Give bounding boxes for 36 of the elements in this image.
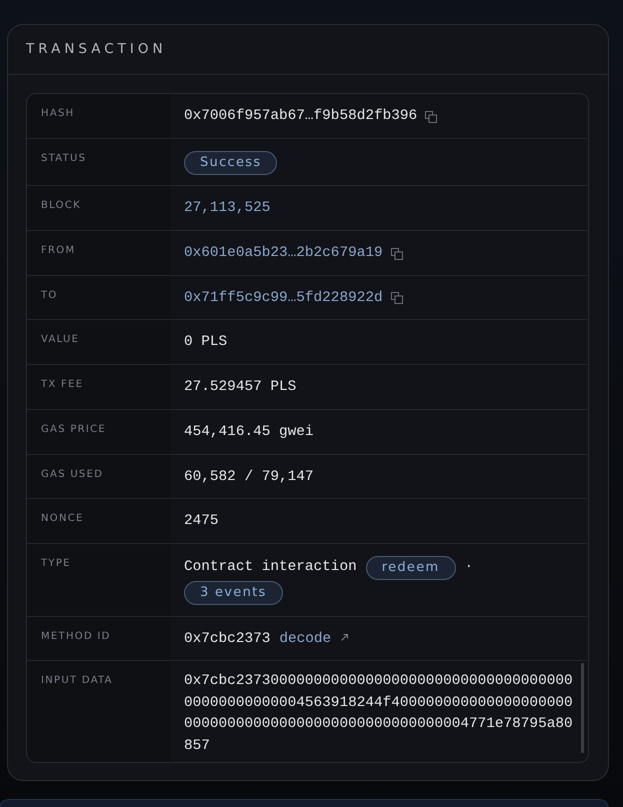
label-cell: STATUS: [27, 138, 171, 186]
label-cell: VALUE: [27, 320, 171, 364]
value-link[interactable]: 0x601e0a5b23…2b2c679a19: [184, 243, 383, 264]
field-value: 454,416.45 gwei: [184, 422, 314, 442]
status-badge: Success: [184, 150, 278, 175]
label-cell: GAS PRICE: [27, 410, 171, 454]
copy-icon[interactable]: [425, 110, 438, 122]
label-cell: NONCE: [27, 499, 171, 543]
label-cell: FROM: [27, 231, 171, 275]
arrow-icon: [341, 634, 348, 641]
label-cell: HASH: [27, 94, 171, 138]
events-badge[interactable]: 3 events: [184, 580, 283, 605]
label-cell: TX FEE: [27, 365, 171, 409]
input-data-text: 0x7cbc23730000000000000000000000000000000000000000000000004563918244f400000000000000000000000000000000000000000000000000004771e78795a80857: [184, 672, 573, 756]
card-title: TRANSACTION: [26, 40, 167, 60]
method-badge: redeem: [366, 556, 456, 580]
method-id-text: 0x7cbc2373: [184, 630, 270, 649]
type-text: Contract interaction: [184, 558, 357, 578]
field-value: 60,582 / 79,147: [184, 468, 314, 486]
field-value: 27.529457 PLS: [184, 378, 296, 398]
copy-icon[interactable]: [390, 248, 403, 260]
value-link[interactable]: 27,113,525: [184, 198, 270, 220]
label-cell: GAS USED: [27, 454, 171, 498]
field-value: 2475: [184, 512, 219, 532]
value-link[interactable]: 0x71ff5c9c99…5fd228922d: [184, 288, 383, 309]
label-cell: TO: [27, 276, 171, 320]
label-cell: METHOD ID: [27, 616, 171, 660]
copy-icon[interactable]: [390, 292, 403, 304]
label-cell: INPUT DATA: [27, 661, 171, 762]
label-cell: BLOCK: [27, 186, 171, 230]
field-value: 0 PLS: [184, 333, 228, 352]
decode-link[interactable]: decode: [279, 628, 348, 650]
scrollbar-thumb[interactable]: [581, 663, 584, 754]
field-value: 0x7006f957ab67…f9b58d2fb396: [184, 107, 418, 126]
separator-text: ·: [464, 558, 474, 578]
label-cell: TYPE: [27, 544, 171, 616]
